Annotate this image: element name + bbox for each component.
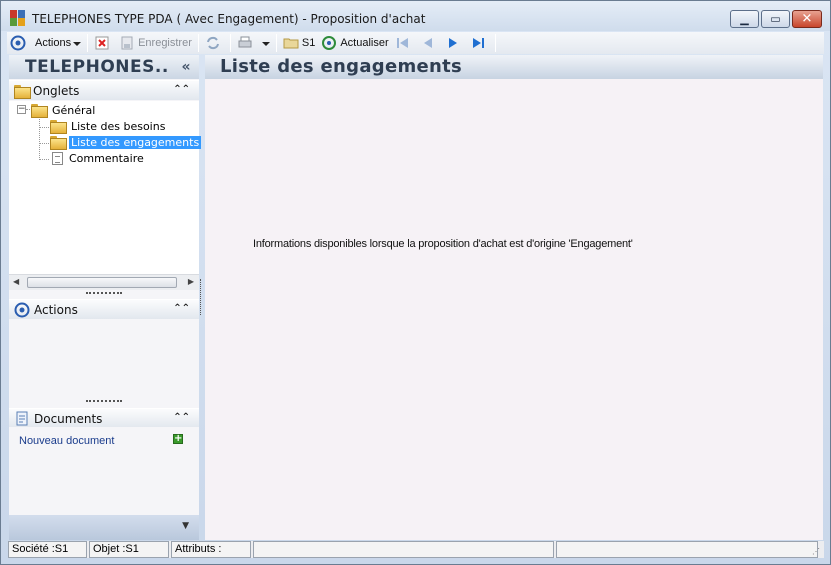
tree-node-commentaire[interactable]: Commentaire (50, 150, 146, 166)
sync-icon (205, 35, 221, 51)
document-icon (52, 151, 63, 165)
add-icon[interactable]: + (173, 434, 183, 444)
company-code: S1 (301, 37, 316, 49)
last-icon (470, 35, 486, 51)
window-title: TELEPHONES TYPE PDA ( Avec Engagement) -… (32, 12, 426, 26)
documents-header[interactable]: Documents ⌃⌃ (9, 408, 199, 428)
main-panel: Liste des engagements Informations dispo… (205, 55, 823, 540)
documents-section-label: Documents (34, 411, 103, 426)
tree-node-engagements[interactable]: Liste des engagements (50, 134, 202, 150)
minimize-icon: ▁ (740, 12, 749, 26)
sync-button[interactable] (202, 33, 227, 53)
tree-node-general[interactable]: Général (31, 102, 97, 118)
panel-splitter[interactable] (200, 279, 201, 315)
status-objet: Objet :S1 (89, 541, 169, 558)
next-record-button[interactable] (442, 33, 467, 53)
minimize-button[interactable]: ▁ (730, 10, 759, 28)
maximize-button[interactable]: ▭ (761, 10, 790, 28)
toolbar: Actions Enregistrer S1 Actualiser (7, 32, 824, 54)
splitter-grip[interactable] (86, 292, 122, 295)
save-button[interactable]: Enregistrer (116, 33, 195, 53)
folder-icon (283, 35, 299, 51)
first-record-button[interactable] (392, 33, 417, 53)
chevron-down-icon (73, 42, 82, 46)
delete-icon (94, 35, 110, 51)
chevron-down-icon (261, 42, 270, 46)
panel-footer: ▼ (9, 515, 199, 540)
actions-body (9, 319, 199, 399)
app-icon (10, 10, 26, 26)
previous-record-button[interactable] (417, 33, 442, 53)
refresh-icon (321, 35, 337, 51)
onglets-header[interactable]: Onglets ⌃⌃ (9, 80, 199, 100)
splitter-grip[interactable] (86, 400, 122, 403)
save-icon (119, 35, 135, 51)
collapse-section-icon[interactable]: ⌃⌃ (173, 412, 190, 423)
status-societe: Société :S1 (8, 541, 87, 558)
print-button[interactable] (234, 33, 273, 53)
actions-section-label: Actions (34, 302, 78, 317)
last-record-button[interactable] (467, 33, 492, 53)
resize-grip-icon[interactable]: ⋰ (812, 547, 822, 557)
tree-node-besoins[interactable]: Liste des besoins (50, 118, 167, 134)
refresh-button[interactable]: Actualiser (318, 33, 391, 53)
previous-icon (420, 35, 436, 51)
collapse-panel-icon[interactable]: « (181, 55, 191, 79)
printer-icon (237, 35, 253, 51)
left-panel: TELEPHONES.. « Onglets ⌃⌃ − Général List… (9, 55, 202, 540)
tree-collapse-icon[interactable]: − (17, 105, 26, 114)
tree-node-label: Général (52, 103, 96, 117)
maximize-icon: ▭ (770, 12, 781, 26)
onglets-label: Onglets (33, 83, 80, 98)
scrollbar-thumb[interactable] (27, 277, 177, 288)
close-button[interactable]: ✕ (792, 10, 822, 28)
folder-icon (31, 104, 48, 118)
open-folder-icon (50, 136, 67, 150)
page-title: Liste des engagements (205, 55, 823, 79)
collapse-section-icon[interactable]: ⌃⌃ (173, 303, 190, 314)
next-icon (445, 35, 461, 51)
status-attributs: Attributs : (171, 541, 251, 558)
tabs-tree: − Général Liste des besoins Liste des en… (9, 101, 202, 274)
scroll-left-icon[interactable]: ◀ (13, 277, 19, 286)
save-label: Enregistrer (138, 37, 192, 49)
actions-label: Actions (35, 37, 72, 49)
close-icon: ✕ (801, 11, 813, 27)
folder-icon (14, 84, 31, 99)
app-window: TELEPHONES TYPE PDA ( Avec Engagement) -… (0, 0, 831, 565)
actions-menu-button[interactable] (7, 33, 32, 53)
actions-dropdown[interactable]: Actions (32, 33, 84, 53)
new-document-link[interactable]: Nouveau document (19, 435, 114, 447)
documents-body: Nouveau document + (9, 427, 199, 515)
status-bar: Société :S1 Objet :S1 Attributs : ⋰ (8, 541, 824, 558)
folder-icon (50, 120, 67, 134)
company-selector[interactable]: S1 (280, 33, 318, 53)
delete-button[interactable] (91, 33, 116, 53)
tree-node-label: Liste des besoins (71, 119, 166, 133)
info-message: Informations disponibles lorsque la prop… (253, 238, 633, 250)
panel-title-text: TELEPHONES.. (25, 57, 169, 77)
collapse-section-icon[interactable]: ⌃⌃ (173, 84, 190, 95)
status-empty (556, 541, 818, 558)
target-icon (14, 302, 30, 318)
actions-header[interactable]: Actions ⌃⌃ (9, 299, 199, 319)
title-bar: TELEPHONES TYPE PDA ( Avec Engagement) -… (1, 1, 830, 31)
status-empty (253, 541, 554, 558)
target-icon (10, 35, 26, 51)
documents-icon (14, 411, 30, 427)
refresh-label: Actualiser (340, 37, 389, 49)
first-icon (395, 35, 411, 51)
panel-title: TELEPHONES.. « (9, 55, 199, 79)
chevron-down-icon[interactable]: ▼ (182, 521, 189, 531)
tree-node-label: Commentaire (69, 151, 144, 165)
scroll-right-icon[interactable]: ▶ (188, 277, 194, 286)
tree-node-label: Liste des engagements (69, 135, 202, 149)
tree-horizontal-scrollbar[interactable]: ◀ ▶ (9, 274, 199, 290)
